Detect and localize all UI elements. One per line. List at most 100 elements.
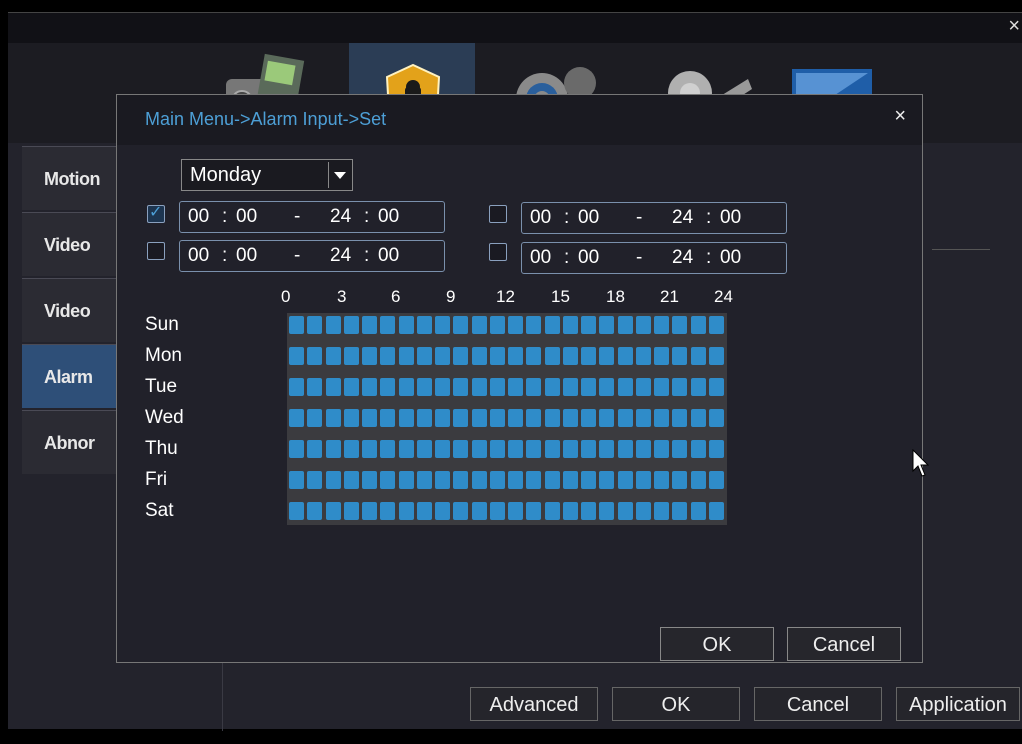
schedule-cell[interactable] — [398, 502, 414, 520]
schedule-cell[interactable] — [708, 471, 724, 489]
schedule-cell[interactable] — [435, 347, 450, 365]
schedule-cell[interactable] — [526, 316, 542, 334]
schedule-cell[interactable] — [325, 316, 341, 334]
period-3-time-range[interactable]: 00 : 00 - 24 : 00 — [521, 202, 787, 234]
schedule-cell[interactable] — [562, 409, 578, 427]
schedule-cell[interactable] — [453, 440, 469, 458]
schedule-cell[interactable] — [581, 316, 596, 334]
schedule-cell[interactable] — [617, 378, 633, 396]
schedule-cell[interactable] — [690, 378, 706, 396]
schedule-cell[interactable] — [362, 347, 377, 365]
schedule-cell[interactable] — [380, 316, 396, 334]
schedule-grid[interactable] — [287, 313, 727, 525]
schedule-cell[interactable] — [617, 502, 633, 520]
schedule-cell[interactable] — [307, 316, 323, 334]
schedule-cell[interactable] — [526, 409, 542, 427]
schedule-cell[interactable] — [453, 347, 469, 365]
schedule-cell[interactable] — [508, 347, 523, 365]
cancel-button[interactable]: Cancel — [754, 687, 882, 721]
schedule-cell[interactable] — [654, 378, 669, 396]
schedule-cell[interactable] — [708, 502, 724, 520]
schedule-cell[interactable] — [599, 502, 615, 520]
schedule-cell[interactable] — [708, 316, 724, 334]
schedule-cell[interactable] — [599, 347, 615, 365]
schedule-cell[interactable] — [289, 316, 304, 334]
schedule-cell[interactable] — [690, 471, 706, 489]
schedule-cell[interactable] — [562, 347, 578, 365]
schedule-cell[interactable] — [362, 471, 377, 489]
schedule-cell[interactable] — [690, 440, 706, 458]
day-select[interactable]: Monday — [181, 159, 353, 191]
schedule-cell[interactable] — [654, 347, 669, 365]
schedule-cell[interactable] — [435, 409, 450, 427]
schedule-cell[interactable] — [526, 378, 542, 396]
schedule-cell[interactable] — [508, 316, 523, 334]
schedule-cell[interactable] — [362, 316, 377, 334]
schedule-cell[interactable] — [453, 502, 469, 520]
schedule-cell[interactable] — [599, 316, 615, 334]
schedule-cell[interactable] — [544, 316, 560, 334]
schedule-cell[interactable] — [453, 471, 469, 489]
schedule-cell[interactable] — [581, 347, 596, 365]
schedule-cell[interactable] — [343, 409, 359, 427]
schedule-cell[interactable] — [672, 502, 688, 520]
schedule-cell[interactable] — [654, 502, 669, 520]
schedule-cell[interactable] — [471, 378, 487, 396]
schedule-cell[interactable] — [398, 409, 414, 427]
schedule-cell[interactable] — [398, 440, 414, 458]
schedule-cell[interactable] — [617, 347, 633, 365]
schedule-cell[interactable] — [635, 502, 651, 520]
schedule-cell[interactable] — [526, 502, 542, 520]
schedule-cell[interactable] — [416, 471, 432, 489]
schedule-cell[interactable] — [380, 471, 396, 489]
schedule-cell[interactable] — [581, 409, 596, 427]
schedule-cell[interactable] — [489, 471, 505, 489]
schedule-cell[interactable] — [617, 316, 633, 334]
schedule-cell[interactable] — [398, 316, 414, 334]
advanced-button[interactable]: Advanced — [470, 687, 598, 721]
period-1-time-range[interactable]: 00 : 00 - 24 : 00 — [179, 201, 445, 233]
schedule-cell[interactable] — [325, 347, 341, 365]
schedule-cell[interactable] — [343, 471, 359, 489]
schedule-cell[interactable] — [526, 440, 542, 458]
schedule-cell[interactable] — [708, 347, 724, 365]
schedule-cell[interactable] — [599, 378, 615, 396]
schedule-cell[interactable] — [435, 471, 450, 489]
schedule-cell[interactable] — [635, 440, 651, 458]
schedule-cell[interactable] — [471, 316, 487, 334]
schedule-cell[interactable] — [489, 316, 505, 334]
schedule-cell[interactable] — [562, 471, 578, 489]
schedule-cell[interactable] — [708, 378, 724, 396]
schedule-cell[interactable] — [471, 471, 487, 489]
schedule-cell[interactable] — [635, 409, 651, 427]
schedule-cell[interactable] — [599, 471, 615, 489]
schedule-cell[interactable] — [435, 316, 450, 334]
schedule-cell[interactable] — [654, 316, 669, 334]
schedule-cell[interactable] — [489, 440, 505, 458]
schedule-cell[interactable] — [453, 316, 469, 334]
application-button[interactable]: Application — [896, 687, 1020, 721]
schedule-cell[interactable] — [708, 409, 724, 427]
dialog-cancel-button[interactable]: Cancel — [787, 627, 901, 661]
schedule-cell[interactable] — [398, 347, 414, 365]
period-1-checkbox[interactable]: ✓ — [147, 204, 165, 223]
schedule-cell[interactable] — [380, 440, 396, 458]
schedule-cell[interactable] — [307, 409, 323, 427]
schedule-cell[interactable] — [544, 440, 560, 458]
schedule-cell[interactable] — [343, 440, 359, 458]
schedule-cell[interactable] — [289, 378, 304, 396]
schedule-cell[interactable] — [508, 440, 523, 458]
schedule-cell[interactable] — [325, 378, 341, 396]
schedule-cell[interactable] — [562, 378, 578, 396]
schedule-cell[interactable] — [544, 409, 560, 427]
schedule-cell[interactable] — [307, 440, 323, 458]
period-4-checkbox[interactable] — [489, 243, 507, 261]
close-icon[interactable]: × — [1008, 15, 1020, 38]
schedule-cell[interactable] — [489, 502, 505, 520]
schedule-cell[interactable] — [672, 440, 688, 458]
schedule-cell[interactable] — [343, 347, 359, 365]
schedule-cell[interactable] — [672, 347, 688, 365]
schedule-cell[interactable] — [307, 471, 323, 489]
schedule-cell[interactable] — [562, 440, 578, 458]
ok-button[interactable]: OK — [612, 687, 740, 721]
